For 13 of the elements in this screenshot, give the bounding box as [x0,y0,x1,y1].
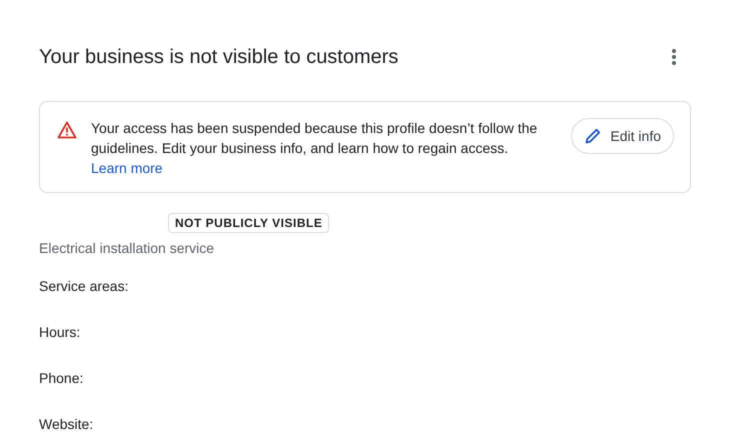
detail-label: Service areas: [39,277,130,296]
edit-info-button[interactable]: Edit info [571,118,674,154]
page-title: Your business is not visible to customers [39,45,398,70]
warning-icon [57,121,77,139]
more-vertical-icon [672,49,676,65]
status-badge: NOT PUBLICLY VISIBLE [168,213,330,233]
learn-more-link[interactable]: Learn more [91,160,163,176]
pencil-icon [584,127,602,145]
detail-label: Website: [39,415,94,434]
detail-label: Hours: [39,323,82,342]
business-category: Electrical installation service [39,239,216,258]
alert-message: Your access has been suspended because this profile doesn’t follow the guidelines. Edit your business info, and learn how to regain access. Learn more [91,119,538,178]
detail-label: Phone: [39,369,84,388]
